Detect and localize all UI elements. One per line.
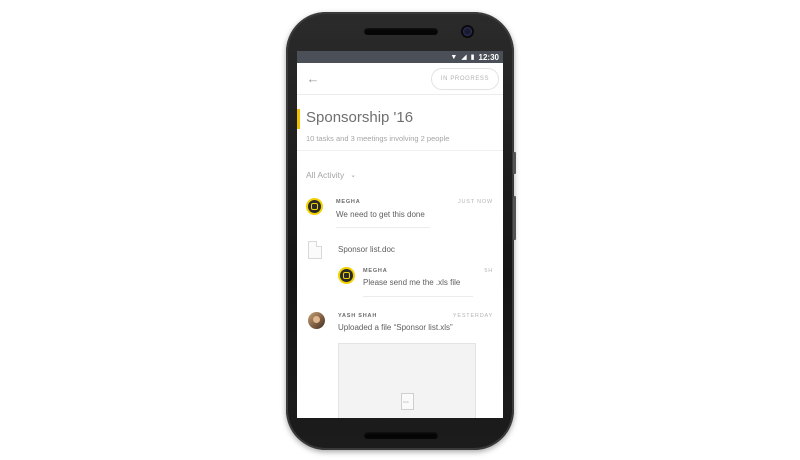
battery-icon: ▮ — [470, 53, 475, 61]
project-summary: 10 tasks and 3 meetings involving 2 peop… — [306, 134, 450, 143]
activity-item[interactable]: MEGHA 5H Please send me the .xls file — [297, 267, 503, 301]
volume-button — [513, 196, 516, 240]
wifi-icon: ▼ — [450, 53, 458, 61]
status-bar: ▼ ◢ ▮ 12:30 — [297, 51, 503, 63]
project-header: Sponsorship '16 10 tasks and 3 meetings … — [297, 95, 503, 151]
title-accent-bar — [297, 109, 300, 129]
back-button[interactable]: ← — [305, 71, 321, 87]
power-button — [513, 152, 516, 174]
file-preview[interactable]: XLS — [338, 343, 476, 418]
page-title: Sponsorship '16 — [306, 109, 414, 126]
activity-item[interactable]: YASH SHAH YESTERDAY Uploaded a file “Spo… — [297, 312, 503, 342]
spreadsheet-icon: XLS — [401, 393, 414, 410]
document-icon — [308, 241, 322, 259]
divider — [363, 296, 473, 297]
arrow-left-icon: ← — [306, 71, 320, 86]
message-text: We need to get this done — [336, 210, 425, 219]
file-name: Sponsor list.doc — [338, 245, 395, 254]
signal-icon: ◢ — [461, 53, 467, 61]
bottom-speaker — [364, 432, 438, 439]
avatar — [308, 312, 325, 329]
timestamp: 5H — [484, 268, 493, 274]
divider — [336, 227, 430, 228]
author-name: YASH SHAH — [338, 313, 378, 319]
message-text: Uploaded a file “Sponsor list.xls” — [338, 323, 453, 332]
author-name: MEGHA — [363, 268, 388, 274]
timestamp: YESTERDAY — [452, 313, 493, 319]
robot-face-icon — [343, 272, 350, 279]
top-speaker — [364, 28, 438, 35]
status-button[interactable]: IN PROGRESS — [431, 68, 499, 90]
activity-filter-dropdown[interactable]: All Activity ⌄ — [306, 170, 356, 180]
app-bar: ← IN PROGRESS — [297, 63, 503, 95]
chevron-down-icon: ⌄ — [350, 172, 357, 179]
robot-face-icon — [311, 203, 318, 210]
preview-file-type: XLS — [403, 400, 409, 404]
filter-label: All Activity — [306, 170, 345, 180]
file-item[interactable]: Sponsor list.doc — [297, 239, 503, 263]
timestamp: JUST NOW — [457, 199, 493, 205]
status-time: 12:30 — [478, 52, 499, 62]
avatar — [306, 198, 323, 215]
app-screen: ▼ ◢ ▮ 12:30 ← IN PROGRESS Sponsorship '1… — [297, 51, 503, 418]
activity-item[interactable]: MEGHA JUST NOW We need to get this done — [297, 198, 503, 230]
front-camera — [463, 27, 472, 36]
avatar — [338, 267, 355, 284]
user-photo — [313, 315, 320, 323]
message-text: Please send me the .xls file — [363, 278, 461, 287]
author-name: MEGHA — [336, 199, 361, 205]
